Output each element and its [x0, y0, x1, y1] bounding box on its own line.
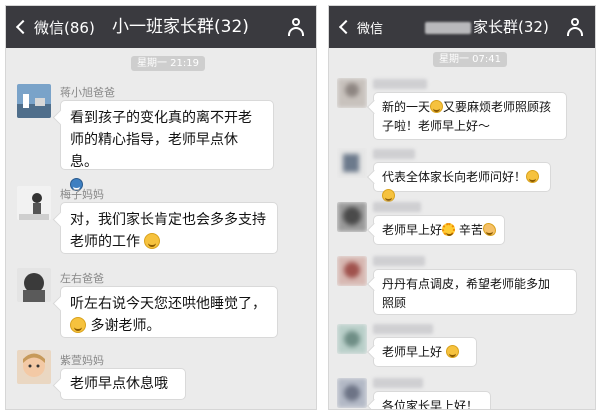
chat-title: 家长群(32) [425, 6, 549, 48]
person-icon[interactable] [288, 18, 304, 36]
message-bubble[interactable]: 丹丹有点调皮，希望老师能多加 照顾 [373, 269, 577, 315]
message-bubble[interactable]: 新的一天 又要麻烦老师照顾孩 子啦！老师早上好～ [373, 92, 567, 140]
chevron-left-icon [338, 19, 354, 35]
message-text: 老师早上好 [382, 223, 443, 237]
message-bubble[interactable]: 听左右说今天您还哄他睡觉了， 多谢老师。 [60, 286, 278, 338]
message-text: 老师早点休息哦 [70, 376, 168, 392]
message-text: 丹丹有点调皮，希望老师能多加 [382, 277, 551, 291]
message-bubble[interactable]: 对，我们家长肯定也会多多支持 老师的工作 [60, 202, 278, 254]
chat-title: 小一班家长群(32) [112, 17, 249, 37]
message-bubble[interactable]: 各位家长早上好！ [373, 391, 491, 410]
avatar[interactable] [17, 268, 51, 302]
back-button[interactable]: 微信(86) [14, 6, 95, 48]
nav-bar: 微信(86) 小一班家长群(32) [6, 6, 316, 48]
avatar[interactable] [337, 202, 367, 232]
avatar[interactable] [337, 256, 367, 286]
smile-emoji-icon [430, 100, 444, 113]
blurred-sender-name [373, 324, 433, 334]
smile-emoji-icon [382, 189, 395, 202]
message-text: 子啦！老师早上好～ [382, 119, 491, 133]
back-label: 微信(86) [34, 18, 95, 37]
sun-emoji-icon [442, 223, 456, 236]
message-text: 代表全体家长向老师问好！ [382, 170, 527, 184]
sender-name: 左右爸爸 [60, 272, 104, 285]
avatar[interactable] [17, 84, 51, 118]
message-text: 各位家长早上好！ [382, 399, 479, 410]
message-text: 看到孩子的变化真的离不开老 [70, 110, 252, 126]
message-bubble[interactable]: 老师早上好 辛苦 [373, 215, 505, 245]
message-text: 对，我们家长肯定也会多多支持 [70, 212, 266, 228]
chevron-left-icon [15, 19, 31, 35]
message-text: 师的精心指导，老师早点休息。 [70, 132, 238, 170]
avatar[interactable] [337, 148, 367, 178]
sender-name: 紫萱妈妈 [60, 354, 104, 367]
back-label: 微信 [357, 21, 384, 37]
blurred-sender-name [373, 378, 423, 388]
hands-emoji-icon [482, 223, 496, 236]
avatar[interactable] [337, 324, 367, 354]
message-text: 老师早上好 [382, 345, 443, 359]
blurred-sender-name [373, 79, 427, 89]
message-text: 新的一天 [382, 100, 431, 114]
avatar[interactable] [17, 186, 51, 220]
message-text: 照顾 [382, 296, 407, 310]
message-bubble[interactable]: 老师早点休息哦 [60, 368, 186, 400]
chat-screen-left: 微信(86) 小一班家长群(32) 星期一 21:19 蒋小旭爸爸 看到孩子的变… [5, 5, 317, 410]
blurred-sender-name [373, 202, 421, 212]
message-text: 多谢老师。 [90, 318, 161, 334]
nav-bar: 微信 家长群(32) [329, 6, 595, 48]
person-icon[interactable] [567, 18, 583, 36]
message-text: 老师的工作 [70, 234, 140, 250]
message-text: 辛苦 [458, 223, 483, 237]
smile-emoji-icon [526, 170, 540, 183]
message-text: 又要麻烦老师照顾孩 [443, 100, 552, 114]
blurred-group-name [425, 21, 471, 34]
sender-name: 蒋小旭爸爸 [60, 86, 115, 99]
back-button[interactable]: 微信 [337, 6, 383, 48]
message-bubble[interactable]: 看到孩子的变化真的离不开老 师的精心指导，老师早点休息。 [60, 100, 274, 191]
message-bubble[interactable]: 老师早上好 [373, 337, 477, 367]
smile-emoji-icon [445, 345, 459, 358]
message-text: 听左右说今天您还哄他睡觉了， [70, 296, 266, 312]
message-bubble[interactable]: 代表全体家长向老师问好！ [373, 162, 551, 202]
blurred-sender-name [373, 149, 415, 159]
smile-emoji-icon [70, 317, 86, 333]
chat-screen-right: 微信 家长群(32) 星期一 07:41 新的一天 又要麻烦老师照顾孩 子啦！老师… [328, 5, 596, 410]
grin-emoji-icon [144, 233, 161, 249]
avatar[interactable] [17, 350, 51, 384]
time-stamp: 星期一 07:41 [433, 52, 507, 67]
chat-title-suffix: 家长群(32) [473, 18, 549, 36]
sender-name: 梅子妈妈 [60, 188, 104, 201]
time-stamp: 星期一 21:19 [131, 56, 205, 71]
blurred-sender-name [373, 256, 425, 266]
avatar[interactable] [337, 78, 367, 108]
avatar[interactable] [337, 378, 367, 408]
